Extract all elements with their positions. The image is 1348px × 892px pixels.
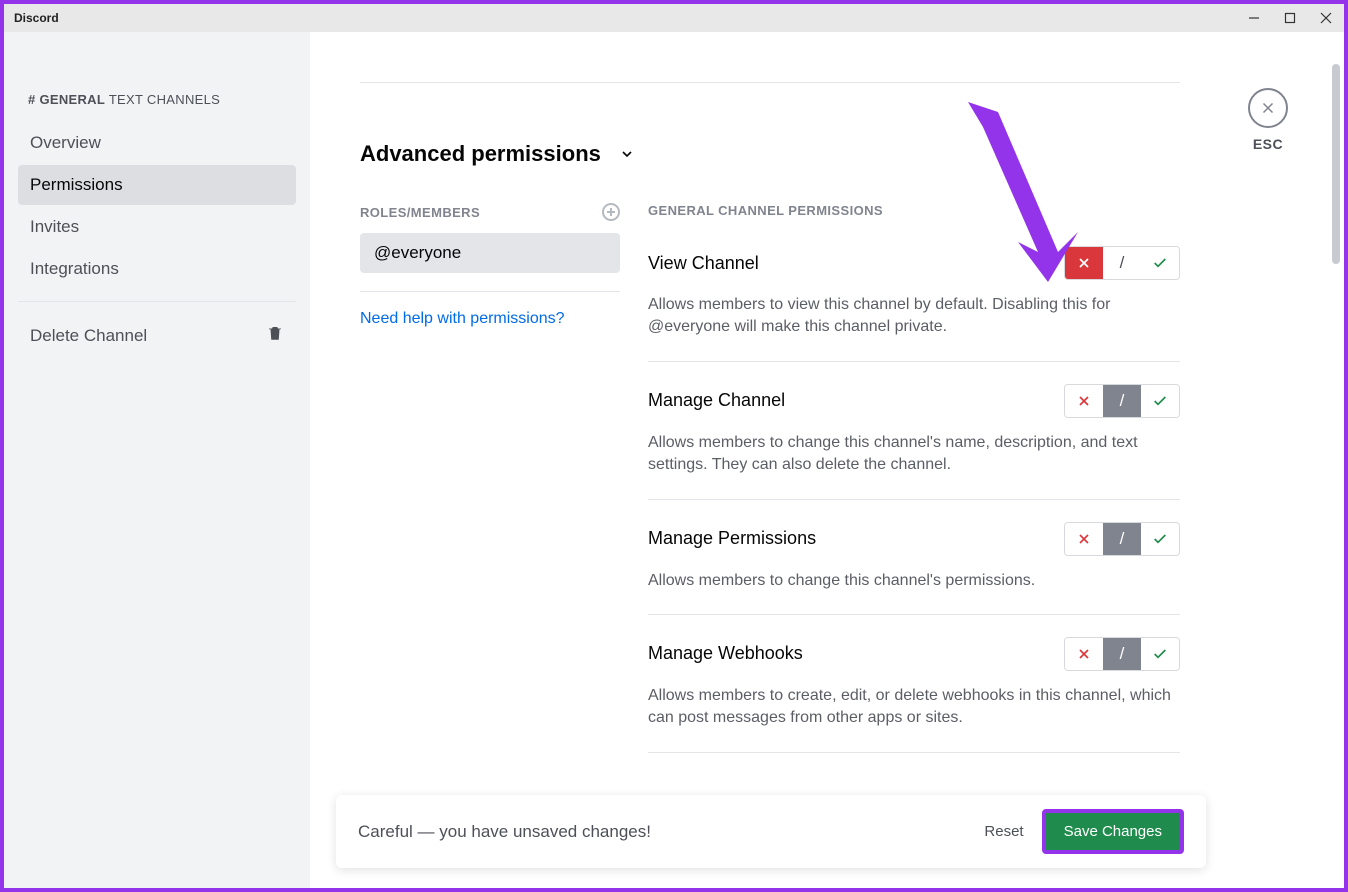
close-button[interactable]: [1318, 10, 1334, 26]
perm-neutral-button[interactable]: /: [1103, 247, 1141, 279]
esc-button[interactable]: ESC: [1248, 88, 1288, 152]
perm-name: Manage Permissions: [648, 528, 816, 549]
perm-allow-button[interactable]: [1141, 523, 1179, 555]
sidebar-header: # GENERAL TEXT CHANNELS: [18, 92, 296, 123]
permission-item: Manage Permissions / Allows members to c…: [648, 522, 1180, 592]
sidebar: # GENERAL TEXT CHANNELS Overview Permiss…: [4, 32, 310, 888]
perm-toggle: /: [1064, 384, 1180, 418]
role-item-everyone[interactable]: @everyone: [360, 233, 620, 273]
scrollbar[interactable]: [1332, 64, 1340, 264]
perm-name: Manage Channel: [648, 390, 785, 411]
reset-button[interactable]: Reset: [984, 823, 1023, 840]
perm-deny-button[interactable]: [1065, 638, 1103, 670]
perm-group-header: GENERAL CHANNEL PERMISSIONS: [648, 203, 1180, 218]
content: Advanced permissions ROLES/MEMBERS @: [310, 32, 1344, 888]
sidebar-item-integrations[interactable]: Integrations: [18, 249, 296, 289]
perm-allow-button[interactable]: [1141, 638, 1179, 670]
divider: [648, 361, 1180, 362]
perm-allow-button[interactable]: [1141, 247, 1179, 279]
divider: [360, 82, 1180, 83]
permission-item: Manage Webhooks / Allows members to crea…: [648, 637, 1180, 730]
save-bar: Careful — you have unsaved changes! Rese…: [336, 795, 1206, 868]
perm-name: View Channel: [648, 253, 759, 274]
divider: [18, 301, 296, 302]
perm-deny-button[interactable]: [1065, 247, 1103, 279]
perm-neutral-button[interactable]: /: [1103, 638, 1141, 670]
roles-header: ROLES/MEMBERS: [360, 203, 620, 221]
perm-name: Manage Webhooks: [648, 643, 803, 664]
perm-desc: Allows members to change this channel's …: [648, 570, 1180, 592]
perm-desc: Allows members to create, edit, or delet…: [648, 685, 1180, 730]
help-link[interactable]: Need help with permissions?: [360, 310, 620, 328]
sidebar-item-invites[interactable]: Invites: [18, 207, 296, 247]
add-role-button[interactable]: [602, 203, 620, 221]
section-title[interactable]: Advanced permissions: [360, 141, 1180, 167]
divider: [648, 614, 1180, 615]
minimize-button[interactable]: [1246, 10, 1262, 26]
trash-icon: [266, 324, 284, 347]
sidebar-item-overview[interactable]: Overview: [18, 123, 296, 163]
perm-toggle: /: [1064, 522, 1180, 556]
perm-toggle: /: [1064, 637, 1180, 671]
app-title: Discord: [14, 11, 59, 25]
perm-allow-button[interactable]: [1141, 385, 1179, 417]
permission-item: Manage Channel / Allows members to chang…: [648, 384, 1180, 477]
perm-toggle: /: [1064, 246, 1180, 280]
divider: [648, 499, 1180, 500]
permission-item: View Channel / Allows members to view th…: [648, 246, 1180, 339]
perm-neutral-button[interactable]: /: [1103, 385, 1141, 417]
esc-label: ESC: [1253, 136, 1283, 152]
chevron-down-icon: [619, 146, 635, 162]
sidebar-item-permissions[interactable]: Permissions: [18, 165, 296, 205]
titlebar: Discord: [4, 4, 1344, 32]
perm-deny-button[interactable]: [1065, 523, 1103, 555]
save-button[interactable]: Save Changes: [1042, 809, 1184, 854]
perm-deny-button[interactable]: [1065, 385, 1103, 417]
close-icon: [1248, 88, 1288, 128]
save-message: Careful — you have unsaved changes!: [358, 822, 651, 842]
divider: [360, 291, 620, 292]
perm-desc: Allows members to view this channel by d…: [648, 294, 1180, 339]
maximize-button[interactable]: [1282, 10, 1298, 26]
delete-channel-button[interactable]: Delete Channel: [18, 314, 296, 357]
divider: [648, 752, 1180, 753]
perm-desc: Allows members to change this channel's …: [648, 432, 1180, 477]
perm-neutral-button[interactable]: /: [1103, 523, 1141, 555]
